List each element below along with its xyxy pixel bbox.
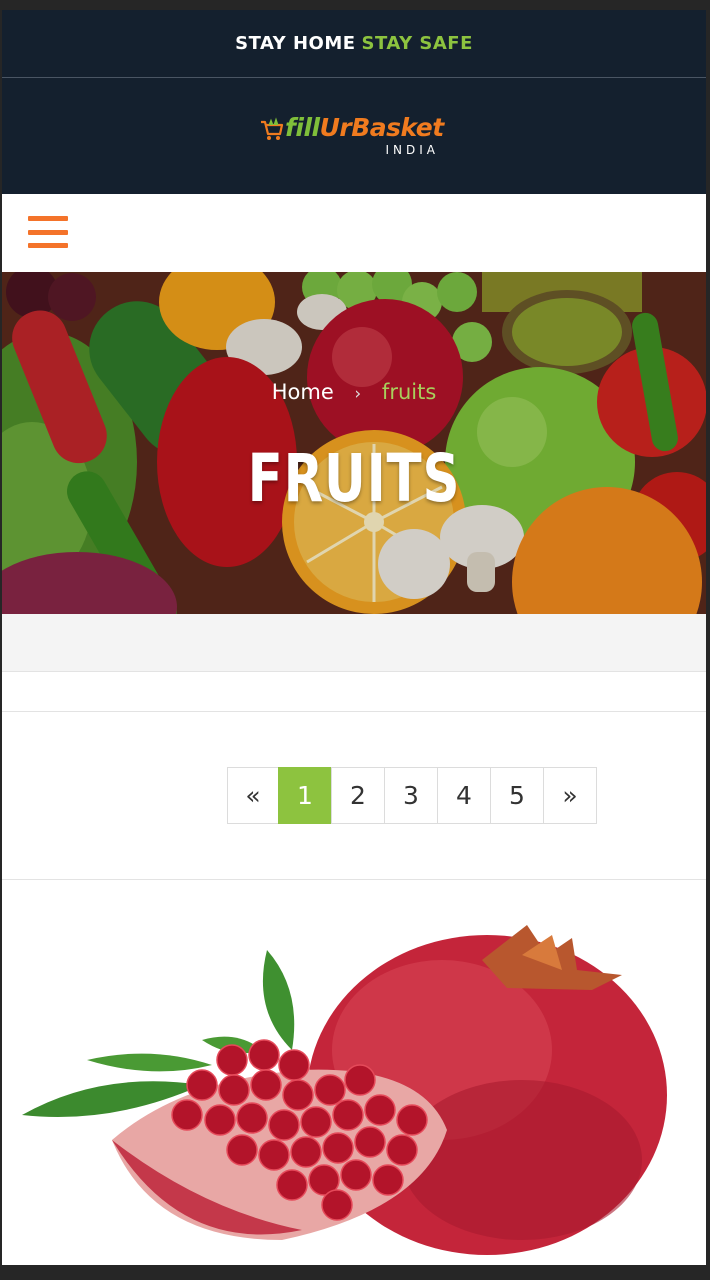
breadcrumb: Home › fruits: [2, 380, 706, 404]
hamburger-menu-icon[interactable]: [28, 216, 68, 248]
filter-strip: [2, 614, 706, 672]
logo-wordmark: fillUrBasket: [285, 113, 444, 142]
breadcrumb-chevron-icon: ›: [354, 384, 362, 404]
announcement-bar: STAY HOME STAY SAFE: [2, 10, 706, 78]
pagination-page-2[interactable]: 2: [331, 767, 385, 824]
web-page: STAY HOME STAY SAFE fillUrBasket INDIA H…: [2, 10, 706, 1265]
site-header: fillUrBasket INDIA: [2, 78, 706, 194]
cart-icon: [261, 117, 284, 140]
page-title: FRUITS: [247, 440, 461, 517]
pagination-section: « 1 2 3 4 5 »: [2, 712, 706, 880]
pagination-page-1[interactable]: 1: [278, 767, 332, 824]
hero-banner: Home › fruits FRUITS: [2, 272, 706, 614]
pagination-page-3[interactable]: 3: [384, 767, 438, 824]
pomegranate-product-image[interactable]: [2, 880, 706, 1265]
announcement-text-green: STAY SAFE: [361, 33, 473, 54]
logo-subtitle: INDIA: [385, 143, 439, 157]
pagination-page-5[interactable]: 5: [490, 767, 544, 824]
announcement-text-white: STAY HOME: [235, 33, 356, 54]
site-logo[interactable]: fillUrBasket INDIA: [259, 113, 449, 159]
pagination-page-4[interactable]: 4: [437, 767, 491, 824]
section-divider: [2, 672, 706, 712]
breadcrumb-current: fruits: [381, 380, 437, 404]
pagination-next-button[interactable]: »: [543, 767, 597, 824]
pagination: « 1 2 3 4 5 »: [227, 767, 597, 824]
nav-bar: [2, 194, 706, 272]
breadcrumb-home-link[interactable]: Home: [272, 380, 334, 404]
product-card[interactable]: [2, 880, 706, 1265]
pagination-prev-button[interactable]: «: [227, 767, 279, 824]
device-frame: STAY HOME STAY SAFE fillUrBasket INDIA H…: [0, 0, 710, 1280]
